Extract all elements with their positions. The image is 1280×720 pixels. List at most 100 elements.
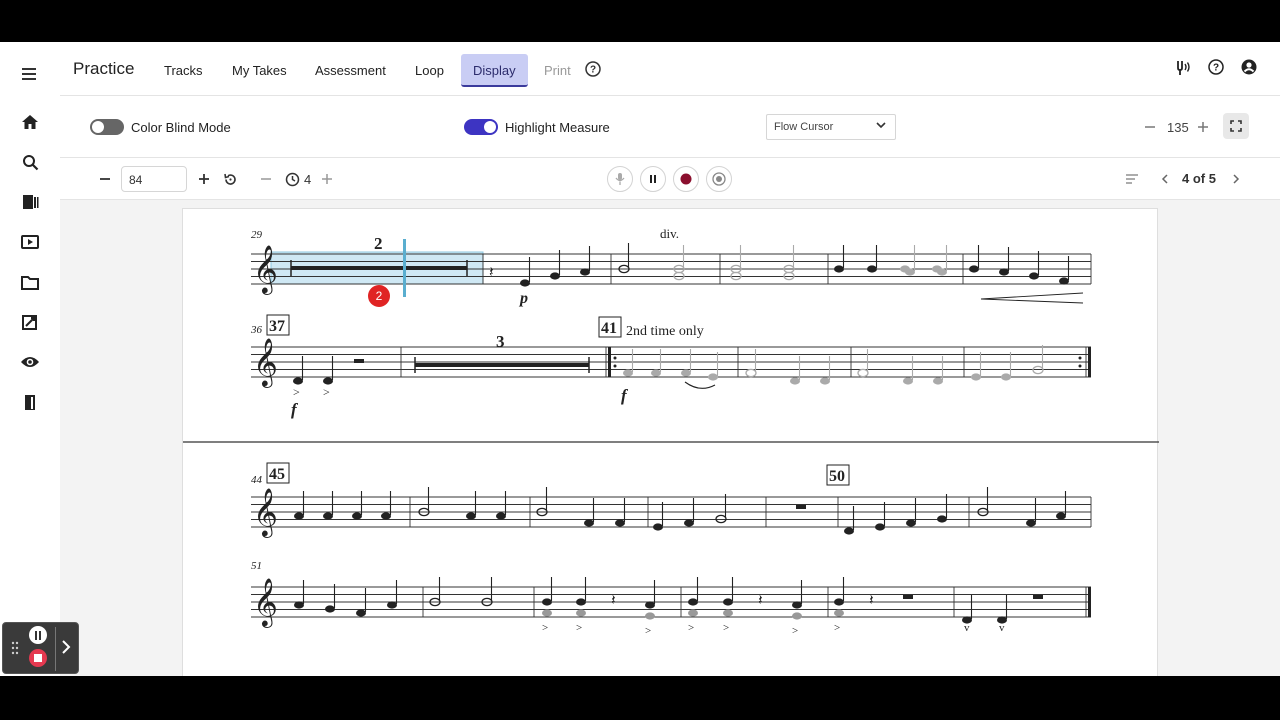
pause-button[interactable] xyxy=(640,166,666,192)
svg-text:>: > xyxy=(834,622,840,634)
score-viewport: 𝄞 29 2 2 𝄽 p div. 𝄞 36 37 > > f 3 41 2nd… xyxy=(60,200,1280,676)
rehearsal-mark: 50 xyxy=(829,468,845,485)
reset-tempo-icon[interactable] xyxy=(220,169,240,189)
rehearsal-mark: 41 xyxy=(601,320,617,337)
sheet-music-page[interactable]: 𝄞 29 2 2 𝄽 p div. 𝄞 36 37 > > f 3 41 2nd… xyxy=(182,208,1159,676)
microphone-button[interactable] xyxy=(607,166,633,192)
multirest-count: 2 xyxy=(374,234,383,253)
svg-text:v: v xyxy=(999,622,1005,634)
tempo-increase-button[interactable] xyxy=(194,169,214,189)
fullscreen-button[interactable] xyxy=(1223,113,1249,139)
stop-icon xyxy=(34,654,42,662)
highlight-measure-label: Highlight Measure xyxy=(505,120,610,135)
record-icon xyxy=(680,173,692,185)
video-icon[interactable] xyxy=(18,230,42,254)
drag-handle-icon[interactable] xyxy=(11,641,19,657)
measure-number: 44 xyxy=(251,474,263,486)
svg-text:𝄞: 𝄞 xyxy=(253,578,278,628)
tempo-input[interactable]: 84 xyxy=(121,166,187,192)
svg-text:>: > xyxy=(293,385,300,399)
svg-text:𝄽: 𝄽 xyxy=(489,265,494,281)
tab-assessment[interactable]: Assessment xyxy=(303,54,398,87)
svg-text:𝄞: 𝄞 xyxy=(253,488,278,538)
svg-text:𝄽: 𝄽 xyxy=(758,593,763,609)
help-circle-icon[interactable]: ? xyxy=(585,61,605,81)
cursor-badge-count: 2 xyxy=(376,289,383,303)
monitor-button[interactable] xyxy=(706,166,732,192)
dynamic-marking: f xyxy=(621,386,629,405)
dynamic-marking: f xyxy=(291,400,299,419)
tab-tracks[interactable]: Tracks xyxy=(152,54,215,87)
eye-icon[interactable] xyxy=(18,350,42,374)
previous-page-button[interactable] xyxy=(1155,169,1175,189)
sort-icon[interactable] xyxy=(1122,169,1142,189)
practice-app: Practice Tracks My Takes Assessment Loop… xyxy=(0,42,1280,676)
page-indicator: 4 of 5 xyxy=(1182,171,1216,186)
tab-print[interactable]: Print xyxy=(532,54,583,87)
score-svg: 𝄞 29 2 2 𝄽 p div. 𝄞 36 37 > > f 3 41 2nd… xyxy=(183,226,1159,637)
home-icon[interactable] xyxy=(18,110,42,134)
record-button[interactable] xyxy=(673,166,699,192)
multirest-count: 3 xyxy=(496,332,505,351)
zoom-value: 135 xyxy=(1167,120,1189,135)
measure-number: 51 xyxy=(251,560,262,572)
countin-decrease-button[interactable] xyxy=(256,169,276,189)
left-rail xyxy=(0,42,60,676)
svg-text:>: > xyxy=(688,622,694,634)
tuning-fork-icon[interactable] xyxy=(1174,59,1194,79)
svg-text:𝄽: 𝄽 xyxy=(611,593,616,609)
rehearsal-mark: 45 xyxy=(269,466,285,483)
dynamic-marking: p xyxy=(518,290,528,307)
library-icon[interactable] xyxy=(18,190,42,214)
folder-icon[interactable] xyxy=(18,270,42,294)
cursor-mode-select[interactable]: Flow Cursor xyxy=(766,114,896,140)
search-icon[interactable] xyxy=(18,150,42,174)
svg-text:>: > xyxy=(542,622,548,634)
tempo-decrease-button[interactable] xyxy=(95,169,115,189)
svg-text:>: > xyxy=(323,385,330,399)
countin-value: 4 xyxy=(304,172,312,187)
microphone-icon xyxy=(615,173,625,185)
pause-icon xyxy=(650,175,656,183)
chevron-down-icon xyxy=(875,119,887,134)
treble-clef-icon: 𝄞 xyxy=(253,245,278,295)
chevron-right-icon[interactable] xyxy=(61,639,71,660)
svg-text:>: > xyxy=(723,622,729,634)
assignment-icon[interactable] xyxy=(18,310,42,334)
playback-cursor xyxy=(403,239,406,297)
transport-bar: 84 4 4 of 5 xyxy=(60,158,1280,200)
countin-increase-button[interactable] xyxy=(317,169,337,189)
next-page-button[interactable] xyxy=(1226,169,1246,189)
tab-loop[interactable]: Loop xyxy=(403,54,456,87)
fullscreen-icon xyxy=(1230,120,1242,132)
rehearsal-mark: 37 xyxy=(269,318,285,335)
zoom-out-button[interactable] xyxy=(1140,117,1160,137)
measure-number: 29 xyxy=(251,229,263,241)
clock-icon xyxy=(282,169,302,189)
widget-divider xyxy=(55,627,56,671)
repeat-text: 2nd time only xyxy=(626,324,704,339)
widget-pause-button[interactable] xyxy=(29,626,47,644)
color-blind-label: Color Blind Mode xyxy=(131,120,231,135)
highlight-measure-toggle[interactable] xyxy=(464,119,498,135)
measure-number: 36 xyxy=(250,324,263,336)
svg-text:𝄞: 𝄞 xyxy=(253,338,278,388)
color-blind-toggle[interactable] xyxy=(90,119,124,135)
svg-text:>: > xyxy=(576,622,582,634)
svg-text:?: ? xyxy=(590,65,596,76)
hamburger-menu-icon[interactable] xyxy=(18,62,42,86)
top-nav: Practice Tracks My Takes Assessment Loop… xyxy=(60,42,1280,96)
svg-text:>: > xyxy=(792,625,798,637)
tab-display[interactable]: Display xyxy=(461,54,528,87)
account-icon[interactable] xyxy=(1241,59,1261,79)
help-icon[interactable]: ? xyxy=(1208,59,1228,79)
widget-stop-button[interactable] xyxy=(29,649,47,667)
zoom-in-button[interactable] xyxy=(1193,117,1213,137)
svg-text:?: ? xyxy=(1213,63,1219,74)
exit-door-icon[interactable] xyxy=(18,390,42,414)
cursor-mode-value: Flow Cursor xyxy=(774,121,834,133)
svg-text:𝄽: 𝄽 xyxy=(869,593,874,609)
pause-icon xyxy=(35,630,41,640)
recording-widget xyxy=(2,622,79,674)
tab-my-takes[interactable]: My Takes xyxy=(220,54,299,87)
